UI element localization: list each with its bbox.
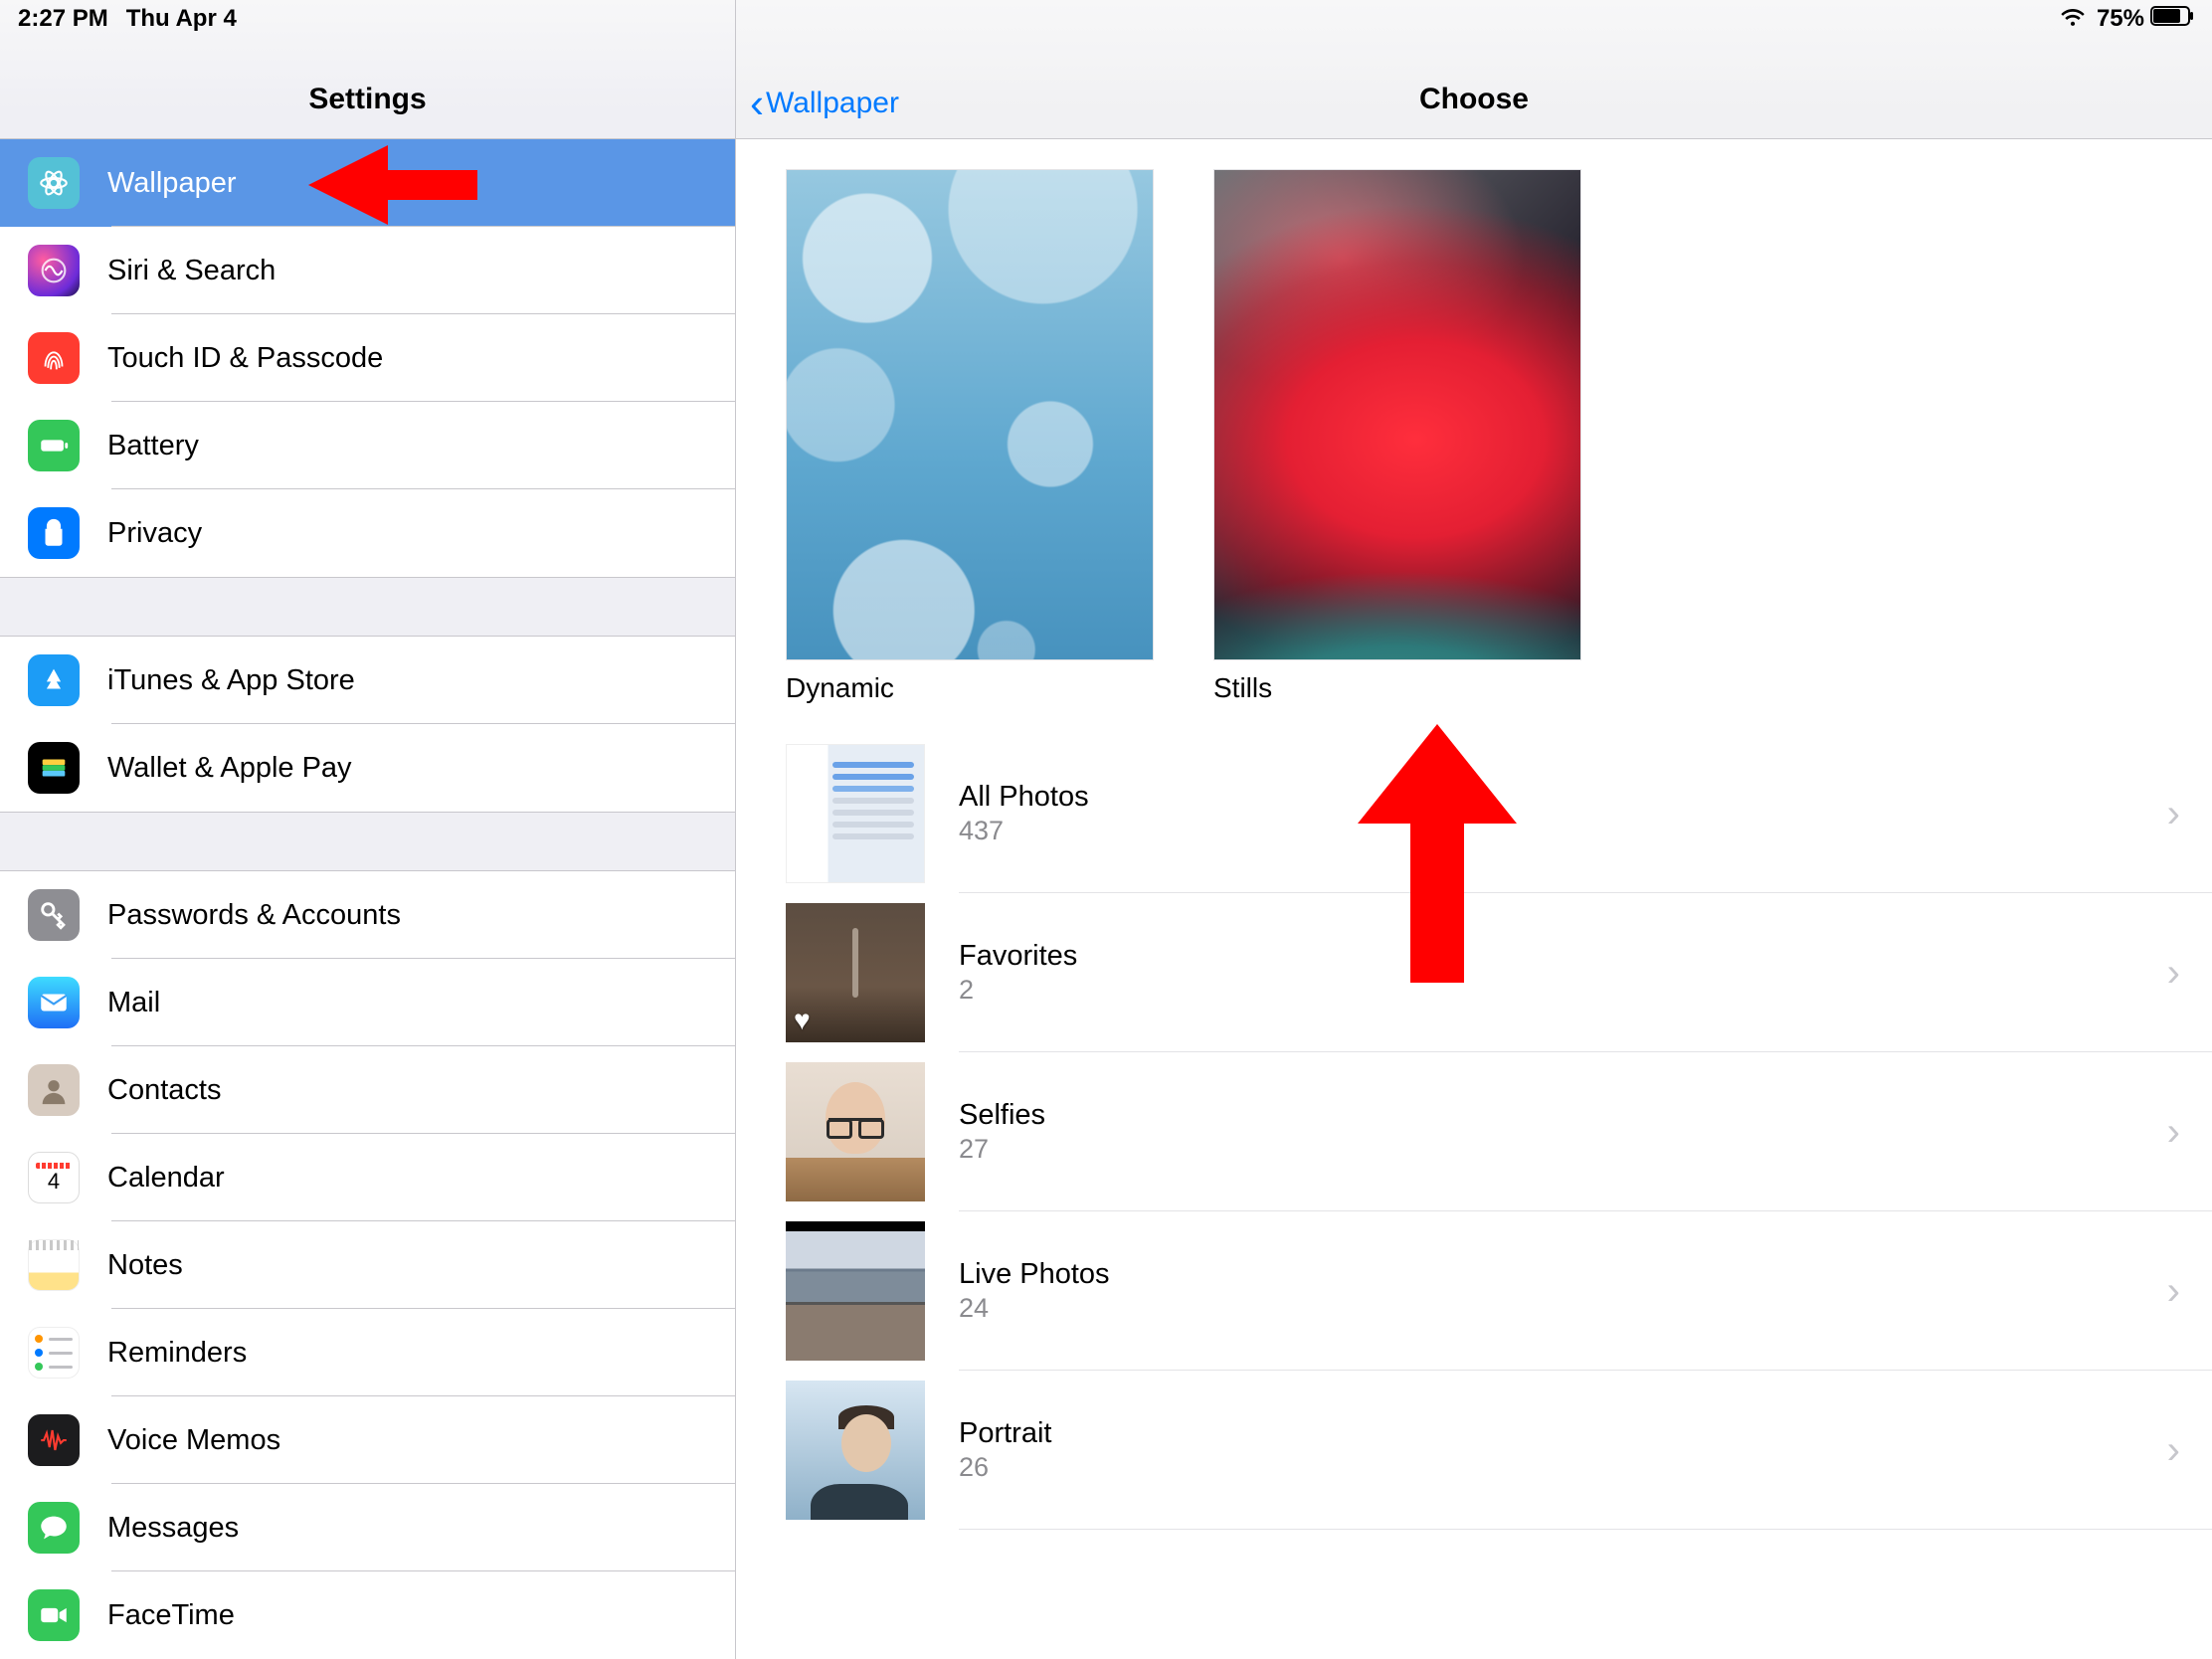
sidebar-title: Settings xyxy=(308,83,426,116)
sidebar-item-label: Mail xyxy=(107,987,160,1019)
album-title: All Photos xyxy=(959,781,2167,814)
appstore-icon xyxy=(28,654,80,706)
sidebar-item-label: Wallet & Apple Pay xyxy=(107,752,352,785)
battery-icon xyxy=(2150,5,2194,34)
sidebar-item-label: Touch ID & Passcode xyxy=(107,342,383,375)
sidebar-item-label: Reminders xyxy=(107,1337,247,1370)
sidebar-item-label: Wallpaper xyxy=(107,167,236,200)
sidebar-item-label: Contacts xyxy=(107,1074,221,1107)
wallpaper-type-label: Dynamic xyxy=(786,672,1154,704)
sidebar-item-battery[interactable]: Battery xyxy=(0,402,735,489)
album-thumbnail xyxy=(786,1062,925,1201)
privacy-icon xyxy=(28,507,80,559)
sidebar-item-label: Notes xyxy=(107,1249,183,1282)
album-count: 24 xyxy=(959,1293,2167,1324)
status-date: Thu Apr 4 xyxy=(126,5,237,33)
sidebar-item-label: Calendar xyxy=(107,1162,225,1195)
chevron-right-icon: › xyxy=(2167,1428,2180,1473)
sidebar-item-reminders[interactable]: Reminders xyxy=(0,1309,735,1396)
sidebar-item-touchid[interactable]: Touch ID & Passcode xyxy=(0,314,735,402)
sidebar-item-passwords[interactable]: Passwords & Accounts xyxy=(0,871,735,959)
sidebar-item-label: iTunes & App Store xyxy=(107,664,355,697)
album-title: Favorites xyxy=(959,940,2167,973)
dynamic-thumbnail xyxy=(786,169,1154,660)
messages-icon xyxy=(28,1502,80,1554)
settings-sidebar: Settings Wallpaper Siri & Search xyxy=(0,0,736,1659)
sidebar-item-contacts[interactable]: Contacts xyxy=(0,1046,735,1134)
main-panel: ‹ Wallpaper Choose Dynamic Stills xyxy=(736,0,2212,1659)
sidebar-item-label: Passwords & Accounts xyxy=(107,899,401,932)
sidebar-item-calendar[interactable]: 4 Calendar xyxy=(0,1134,735,1221)
album-title: Selfies xyxy=(959,1099,2167,1132)
sidebar-item-facetime[interactable]: FaceTime xyxy=(0,1571,735,1659)
status-time: 2:27 PM xyxy=(18,5,108,33)
contacts-icon xyxy=(28,1064,80,1116)
facetime-icon xyxy=(28,1589,80,1641)
sidebar-item-siri[interactable]: Siri & Search xyxy=(0,227,735,314)
album-title: Live Photos xyxy=(959,1258,2167,1291)
siri-icon xyxy=(28,245,80,296)
sidebar-item-wallpaper[interactable]: Wallpaper xyxy=(0,139,735,227)
album-thumbnail: ♥ xyxy=(786,903,925,1042)
calendar-icon: 4 xyxy=(28,1152,80,1203)
sidebar-item-mail[interactable]: Mail xyxy=(0,959,735,1046)
album-thumbnail xyxy=(786,1221,925,1361)
sidebar-item-itunes[interactable]: iTunes & App Store xyxy=(0,637,735,724)
sidebar-item-label: Messages xyxy=(107,1512,239,1545)
album-row-all-photos[interactable]: All Photos 437 › xyxy=(736,734,2212,893)
album-row-live-photos[interactable]: Live Photos 24 › xyxy=(736,1211,2212,1371)
sidebar-item-wallet[interactable]: Wallet & Apple Pay xyxy=(0,724,735,812)
album-thumbnail xyxy=(786,744,925,883)
album-row-portrait[interactable]: Portrait 26 › xyxy=(736,1371,2212,1530)
chevron-right-icon: › xyxy=(2167,1110,2180,1155)
album-count: 2 xyxy=(959,975,2167,1006)
touchid-icon xyxy=(28,332,80,384)
sidebar-item-label: FaceTime xyxy=(107,1599,235,1632)
mail-icon xyxy=(28,977,80,1028)
album-thumbnail xyxy=(786,1381,925,1520)
stills-thumbnail xyxy=(1213,169,1581,660)
key-icon xyxy=(28,889,80,941)
back-button-label: Wallpaper xyxy=(766,87,899,120)
wallpaper-icon xyxy=(28,157,80,209)
chevron-left-icon: ‹ xyxy=(750,89,764,118)
sidebar-item-label: Voice Memos xyxy=(107,1424,280,1457)
sidebar-item-voicememos[interactable]: Voice Memos xyxy=(0,1396,735,1484)
voicememos-icon xyxy=(28,1414,80,1466)
album-row-selfies[interactable]: Selfies 27 › xyxy=(736,1052,2212,1211)
album-row-favorites[interactable]: ♥ Favorites 2 › xyxy=(736,893,2212,1052)
chevron-right-icon: › xyxy=(2167,951,2180,996)
album-title: Portrait xyxy=(959,1417,2167,1450)
wallpaper-type-dynamic[interactable]: Dynamic xyxy=(786,169,1154,704)
sidebar-item-label: Privacy xyxy=(107,517,202,550)
battery-percent: 75% xyxy=(2097,5,2144,33)
album-count: 437 xyxy=(959,816,2167,846)
sidebar-item-privacy[interactable]: Privacy xyxy=(0,489,735,577)
sidebar-item-notes[interactable]: Notes xyxy=(0,1221,735,1309)
reminders-icon xyxy=(28,1327,80,1379)
sidebar-item-label: Battery xyxy=(107,430,199,462)
chevron-right-icon: › xyxy=(2167,792,2180,836)
wallet-icon xyxy=(28,742,80,794)
notes-icon xyxy=(28,1239,80,1291)
battery-settings-icon xyxy=(28,420,80,471)
album-count: 27 xyxy=(959,1134,2167,1165)
wifi-icon xyxy=(2059,5,2087,34)
wallpaper-type-label: Stills xyxy=(1213,672,1581,704)
heart-icon: ♥ xyxy=(794,1005,811,1036)
chevron-right-icon: › xyxy=(2167,1269,2180,1314)
page-title: Choose xyxy=(1419,83,1529,116)
status-bar: 2:27 PM Thu Apr 4 75% xyxy=(0,0,2212,38)
sidebar-item-label: Siri & Search xyxy=(107,255,276,287)
back-button[interactable]: ‹ Wallpaper xyxy=(750,87,899,120)
album-count: 26 xyxy=(959,1452,2167,1483)
wallpaper-type-stills[interactable]: Stills xyxy=(1213,169,1581,704)
sidebar-item-messages[interactable]: Messages xyxy=(0,1484,735,1571)
